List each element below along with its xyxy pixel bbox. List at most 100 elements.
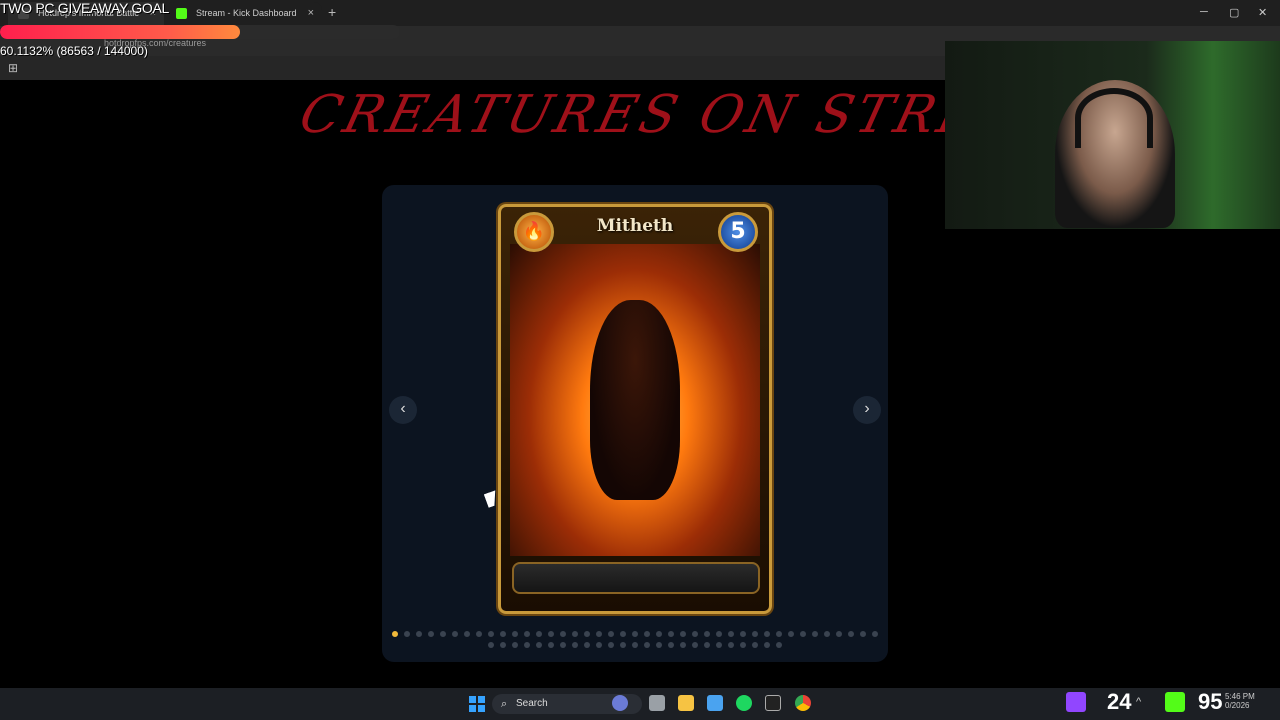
carousel-dot[interactable]: [500, 631, 506, 637]
carousel-dot[interactable]: [464, 631, 470, 637]
minimize-button[interactable]: ─: [1200, 6, 1208, 18]
carousel-dot[interactable]: [800, 631, 806, 637]
kick-icon[interactable]: [1165, 692, 1185, 712]
carousel-dot[interactable]: [740, 631, 746, 637]
tab-close-icon[interactable]: ×: [308, 2, 314, 24]
carousel-pagination: [390, 631, 880, 653]
carousel-dot[interactable]: [608, 642, 614, 648]
carousel-dot[interactable]: [524, 631, 530, 637]
fire-wolf-illustration: [590, 300, 680, 500]
carousel-dot[interactable]: [704, 642, 710, 648]
carousel-dot[interactable]: [716, 631, 722, 637]
carousel-dot[interactable]: [500, 642, 506, 648]
carousel-dot[interactable]: [848, 631, 854, 637]
tab-kick-dashboard[interactable]: Stream - Kick Dashboard ×: [166, 2, 322, 26]
hero-title: CREATURES ON STREAM: [293, 85, 1087, 145]
carousel-dot[interactable]: [680, 642, 686, 648]
carousel-dot[interactable]: [680, 631, 686, 637]
carousel-dot[interactable]: [692, 631, 698, 637]
carousel-dot[interactable]: [668, 631, 674, 637]
carousel-dot[interactable]: [824, 631, 830, 637]
giveaway-goal-title: TWO PC GIVEAWAY GOAL: [0, 0, 170, 16]
carousel-dot[interactable]: [452, 631, 458, 637]
close-window-button[interactable]: ✕: [1258, 6, 1267, 19]
tray-caret-icon[interactable]: ^: [1136, 696, 1141, 708]
carousel-dot[interactable]: [788, 631, 794, 637]
carousel-dot[interactable]: [812, 631, 818, 637]
giveaway-goal-text: 60.1132% (86563 / 144000): [0, 44, 148, 58]
apps-grid-icon[interactable]: ⊞: [8, 61, 18, 75]
task-view-icon[interactable]: [649, 695, 665, 711]
carousel-dot[interactable]: [560, 631, 566, 637]
carousel-dot[interactable]: [644, 642, 650, 648]
taskbar-clock[interactable]: 5:46 PM 0/2026: [1225, 692, 1255, 710]
carousel-dot[interactable]: [740, 642, 746, 648]
search-icon: ⌕: [501, 698, 508, 710]
cosmic-app-icon[interactable]: [612, 695, 628, 711]
carousel-dot[interactable]: [428, 631, 434, 637]
tray-counter: 95: [1198, 689, 1223, 714]
carousel-dot[interactable]: [632, 631, 638, 637]
carousel-dot[interactable]: [536, 631, 542, 637]
carousel-dot[interactable]: [776, 631, 782, 637]
carousel-dot[interactable]: [524, 642, 530, 648]
carousel-dot[interactable]: [596, 642, 602, 648]
file-explorer-icon[interactable]: [678, 695, 694, 711]
carousel-prev-button[interactable]: ‹: [389, 396, 417, 424]
carousel-dot[interactable]: [548, 642, 554, 648]
carousel-dot[interactable]: [716, 642, 722, 648]
carousel-dot[interactable]: [644, 631, 650, 637]
carousel-dot[interactable]: [704, 631, 710, 637]
carousel-dot[interactable]: [728, 642, 734, 648]
carousel-dot[interactable]: [548, 631, 554, 637]
card-text-box: [512, 562, 760, 594]
maximize-button[interactable]: ▢: [1229, 6, 1239, 19]
carousel-dot[interactable]: [488, 642, 494, 648]
carousel-dot[interactable]: [764, 631, 770, 637]
carousel-dot[interactable]: [440, 631, 446, 637]
carousel-dot[interactable]: [488, 631, 494, 637]
carousel-dot[interactable]: [764, 642, 770, 648]
tab-label: Stream - Kick Dashboard: [196, 8, 297, 18]
carousel-dot[interactable]: [860, 631, 866, 637]
carousel-dot[interactable]: [392, 631, 398, 637]
carousel-dot[interactable]: [620, 631, 626, 637]
carousel-dot[interactable]: [836, 631, 842, 637]
hud-fx-icon[interactable]: [765, 695, 781, 711]
carousel-dot[interactable]: [752, 642, 758, 648]
carousel-dot[interactable]: [572, 642, 578, 648]
new-tab-button[interactable]: +: [328, 4, 336, 20]
carousel-dot[interactable]: [668, 642, 674, 648]
search-label: Search: [516, 698, 548, 709]
notepad-icon[interactable]: [707, 695, 723, 711]
carousel-dot[interactable]: [404, 631, 410, 637]
clock-time: 5:46 PM: [1225, 692, 1255, 701]
carousel-dot[interactable]: [596, 631, 602, 637]
carousel-dot[interactable]: [656, 642, 662, 648]
carousel-dot[interactable]: [512, 642, 518, 648]
carousel-dot[interactable]: [872, 631, 878, 637]
carousel-dot[interactable]: [608, 631, 614, 637]
carousel-dot[interactable]: [572, 631, 578, 637]
carousel-dot[interactable]: [512, 631, 518, 637]
carousel-dot[interactable]: [416, 631, 422, 637]
pagination-row: [390, 631, 880, 637]
carousel-dot[interactable]: [476, 631, 482, 637]
carousel-dot[interactable]: [656, 631, 662, 637]
carousel-dot[interactable]: [584, 631, 590, 637]
carousel-dot[interactable]: [560, 642, 566, 648]
carousel-dot[interactable]: [620, 642, 626, 648]
spotify-icon[interactable]: [736, 695, 752, 711]
twitch-icon[interactable]: [1066, 692, 1086, 712]
carousel-next-button[interactable]: ›: [853, 396, 881, 424]
carousel-dot[interactable]: [584, 642, 590, 648]
carousel-dot[interactable]: [752, 631, 758, 637]
carousel-dot[interactable]: [692, 642, 698, 648]
carousel-dot[interactable]: [536, 642, 542, 648]
fire-element-icon: 🔥: [514, 212, 554, 252]
chrome-icon[interactable]: [795, 695, 811, 711]
windows-start-icon[interactable]: [469, 696, 485, 712]
carousel-dot[interactable]: [776, 642, 782, 648]
carousel-dot[interactable]: [632, 642, 638, 648]
carousel-dot[interactable]: [728, 631, 734, 637]
